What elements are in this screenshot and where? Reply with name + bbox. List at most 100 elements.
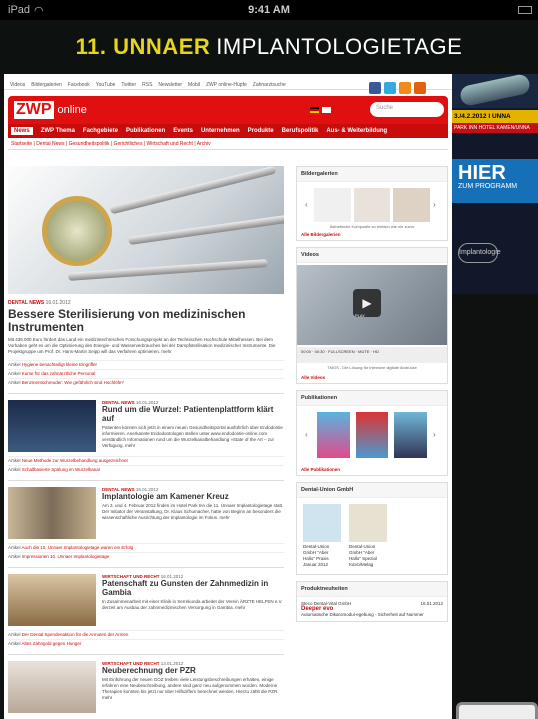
chevron-right-icon[interactable]: › (433, 200, 439, 210)
menu-events[interactable]: Events (173, 128, 193, 134)
publication-cover[interactable] (317, 412, 350, 458)
clock: 9:41 AM (248, 4, 290, 16)
topnav-videos[interactable]: Videos (10, 82, 25, 89)
related-link[interactable]: Artikel Altes Zahngold gegen Hunger (8, 638, 284, 648)
topnav-youtube[interactable]: YouTube (96, 82, 116, 89)
lead-body: Mit 436.000 Euro fördert das Land ein me… (8, 337, 276, 355)
topnav-rss[interactable]: RSS (142, 82, 152, 89)
status-bar: iPad ◠ 9:41 AM (0, 0, 538, 20)
related-link[interactable]: Artikel Schallbasierte Spülung im Wurzel… (8, 464, 284, 474)
newsletter-icon[interactable] (414, 82, 426, 94)
search-input[interactable]: Suche (370, 102, 444, 117)
dental-union-box: Dental-Union GmbH Dental-Union GmbH "Abe… (296, 482, 448, 575)
topnav-twitter[interactable]: Twitter (121, 82, 136, 89)
scroll-indicator[interactable] (456, 702, 538, 719)
facebook-icon[interactable] (369, 82, 381, 94)
article-title[interactable]: Rund um die Wurzel: Patientenplattform k… (102, 405, 284, 423)
ad-program-button[interactable]: HIER ZUM PROGRAMM (452, 159, 538, 203)
dental-union-items: Dental-Union GmbH "Aber Hallo" Praxis Ja… (297, 498, 447, 574)
ad-image (452, 74, 538, 108)
lead-category: DENTAL NEWS 16.01.2012 (8, 300, 71, 306)
article-thumbnail[interactable] (8, 399, 96, 452)
site-header: ZWP online Suche (8, 96, 448, 124)
related-link[interactable]: Artikel Impressionen 10. Unnaer Implanto… (8, 551, 284, 561)
article-links: Artikel Auch die 10. Unnaer Implantologi… (8, 542, 284, 561)
sidebar: Bildergalerien ‹ › Ästhetische Komposite… (296, 166, 448, 628)
article-title[interactable]: Implantologie am Kamener Kreuz (102, 492, 284, 501)
article-title[interactable]: Patenschaft zu Gunsten der Zahnmedizin i… (102, 579, 284, 597)
ad-banner[interactable]: 11. UNNAER IMPLANTOLOGIETAGE (0, 20, 538, 74)
english-flag-icon[interactable] (322, 107, 331, 113)
zwp-logo[interactable]: ZWP (14, 101, 54, 119)
ad-logo: Implantologie (458, 243, 501, 263)
menu-news[interactable]: News (11, 127, 33, 135)
menu-zwp-thema[interactable]: ZWP Thema (41, 128, 75, 134)
dental-union-item[interactable]: Dental-Union GmbH "Aber Hallo" Spezial K… (349, 504, 387, 568)
topnav-galleries[interactable]: Bildergalerien (31, 82, 62, 89)
related-link[interactable]: Artikel Neue Methode zur Wurzelbehandlun… (8, 455, 284, 465)
ad-date: 3./4.2.2012 I UNNA (452, 110, 538, 123)
related-link[interactable]: Artikel Hygiene benachteiligt kleine Ein… (8, 359, 284, 369)
all-videos-link[interactable]: Alle Videos (297, 372, 447, 383)
german-flag-icon[interactable] (310, 107, 319, 113)
article-links: Artikel Neue Methode zur Wurzelbehandlun… (8, 455, 284, 474)
article-title[interactable]: Neuberechnung der PZR (102, 666, 284, 675)
main-menu: News ZWP Thema Fachgebiete Publikationen… (8, 124, 448, 138)
article-thumbnail[interactable] (8, 486, 96, 539)
related-link[interactable]: Artikel Kurse für das zahnärztliche Pers… (8, 368, 284, 378)
menu-produkte[interactable]: Produkte (248, 128, 274, 134)
topnav-dentist-search[interactable]: Zahnarztsuche (253, 82, 286, 89)
menu-berufspolitik[interactable]: Berufspolitik (282, 128, 319, 134)
article-body: Patienten können sich jetzt in einem neu… (102, 424, 283, 449)
videos-box: Videos ▶ PLAY 00:00 · 00:30 · FULLSCREEN… (296, 247, 448, 384)
breadcrumb[interactable]: Startseite | Dental News | Gesundheitspo… (8, 138, 448, 150)
publications-box: Publikationen ‹ › Alle Publikationen (296, 390, 448, 476)
topnav-newsletter[interactable]: Newsletter (158, 82, 182, 89)
instrument-image (67, 259, 269, 281)
dental-union-item[interactable]: Dental-Union GmbH "Aber Hallo" Praxis Ja… (303, 504, 341, 568)
topnav-help[interactable]: ZWP online-Hüpfe (206, 82, 247, 89)
menu-weiterbildung[interactable]: Aus- & Weiterbildung (326, 128, 387, 134)
gallery-image[interactable] (314, 188, 351, 222)
article-item: WIRTSCHAFT UND RECHT 13.01.2012 Neuberec… (8, 653, 284, 713)
gallery-image[interactable] (353, 188, 391, 222)
menu-fachgebiete[interactable]: Fachgebiete (83, 128, 118, 134)
menu-publikationen[interactable]: Publikationen (126, 128, 165, 134)
related-link[interactable]: Artikel Der Dental Spendenaktion für die… (8, 629, 284, 639)
rss-icon[interactable] (399, 82, 411, 94)
side-ad[interactable]: 3./4.2.2012 I UNNA PARK INN HOTEL KAMEN/… (452, 74, 538, 294)
battery-icon (518, 6, 532, 14)
publication-cover[interactable] (394, 412, 428, 458)
chevron-right-icon[interactable]: › (433, 430, 439, 440)
product-item[interactable]: Steco Dental-Vital GmbH 16.01.2012 Deepe… (297, 597, 447, 621)
topnav-mobile[interactable]: Mobil (188, 82, 200, 89)
gallery-image[interactable] (393, 188, 431, 222)
products-box: Produktneuheiten Steco Dental-Vital GmbH… (296, 581, 448, 622)
instrument-image (109, 166, 277, 215)
article-body: Am 3. und 4. Februar 2012 finden im Hote… (102, 502, 284, 521)
publications-carousel: ‹ › (297, 406, 447, 464)
article-body: In Zusammenarbeit mit einer Klinik in Se… (102, 598, 283, 610)
all-publications-link[interactable]: Alle Publikationen (297, 464, 447, 475)
article-thumbnail[interactable] (8, 660, 96, 713)
video-controls[interactable]: 00:00 · 00:30 · FULLSCREEN · MUTE · HD (297, 347, 447, 363)
hero-image[interactable] (8, 166, 284, 294)
play-label: PLAY (355, 313, 365, 318)
publications-title: Publikationen (297, 391, 447, 406)
main-column: DENTAL NEWS 16.01.2012 Bessere Sterilisi… (8, 166, 284, 713)
article-body: Mit Einführung der neuen GOZ treiben vie… (102, 676, 279, 701)
banner-text-2: IMPLANTOLOGIETAGE (216, 34, 463, 59)
article-thumbnail[interactable] (8, 573, 96, 626)
chevron-left-icon[interactable]: ‹ (305, 430, 311, 440)
twitter-icon[interactable] (384, 82, 396, 94)
chevron-left-icon[interactable]: ‹ (305, 200, 311, 210)
publication-cover[interactable] (355, 412, 389, 458)
gallery-carousel: ‹ › (297, 182, 447, 224)
related-link[interactable]: Artikel Auch die 10. Unnaer Implantologi… (8, 542, 284, 552)
related-link[interactable]: Artikel Benzinentschreuder: Wie gefährli… (8, 377, 284, 387)
all-galleries-link[interactable]: Alle Bildergalerien (297, 229, 447, 240)
video-player[interactable]: ▶ PLAY (297, 265, 447, 345)
topnav-facebook[interactable]: Facebook (68, 82, 90, 89)
lead-title[interactable]: Bessere Sterilisierung von medizinischen… (8, 308, 284, 334)
menu-unternehmen[interactable]: Unternehmen (201, 128, 240, 134)
